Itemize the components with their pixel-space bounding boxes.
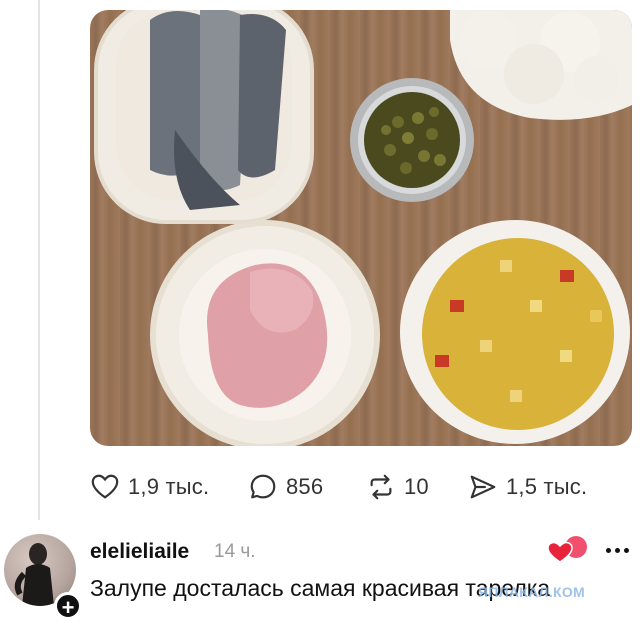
post-photo[interactable] (90, 10, 632, 446)
comment-button[interactable]: 856 (248, 470, 323, 504)
heart-reactions-icon[interactable] (546, 534, 590, 566)
comment-timestamp: 14 ч. (214, 541, 256, 562)
share-count: 1,5 тыс. (506, 474, 588, 499)
potato-bowl (400, 220, 630, 444)
comment-avatar-wrap: + (4, 534, 82, 620)
egg-bowl (450, 10, 632, 120)
share-button[interactable]: 1,5 тыс. (468, 470, 587, 504)
heart-outline-icon (91, 474, 119, 499)
food-illustration (94, 10, 632, 446)
watermark: ЯПЛАКАЛ.КОМ (478, 584, 585, 600)
repost-button[interactable]: 10 (366, 470, 429, 504)
follow-plus-icon[interactable]: + (54, 592, 82, 620)
repost-count: 10 (404, 474, 429, 499)
herring-plate (94, 10, 314, 224)
speech-bubble-icon (250, 474, 276, 499)
more-dots-icon[interactable] (606, 548, 634, 556)
pea-can (350, 78, 474, 202)
like-button[interactable]: 1,9 тыс. (90, 470, 209, 504)
paper-plane-icon (470, 475, 496, 499)
comment-count: 856 (286, 474, 324, 499)
repost-arrows-icon (370, 474, 392, 500)
sausage-plate (150, 220, 380, 446)
post-action-bar: 1,9 тыс. 856 10 1,5 тыс. (90, 470, 630, 504)
thread-line (38, 0, 40, 520)
comment-username[interactable]: elelieliaile (90, 540, 189, 564)
like-count: 1,9 тыс. (128, 474, 210, 499)
